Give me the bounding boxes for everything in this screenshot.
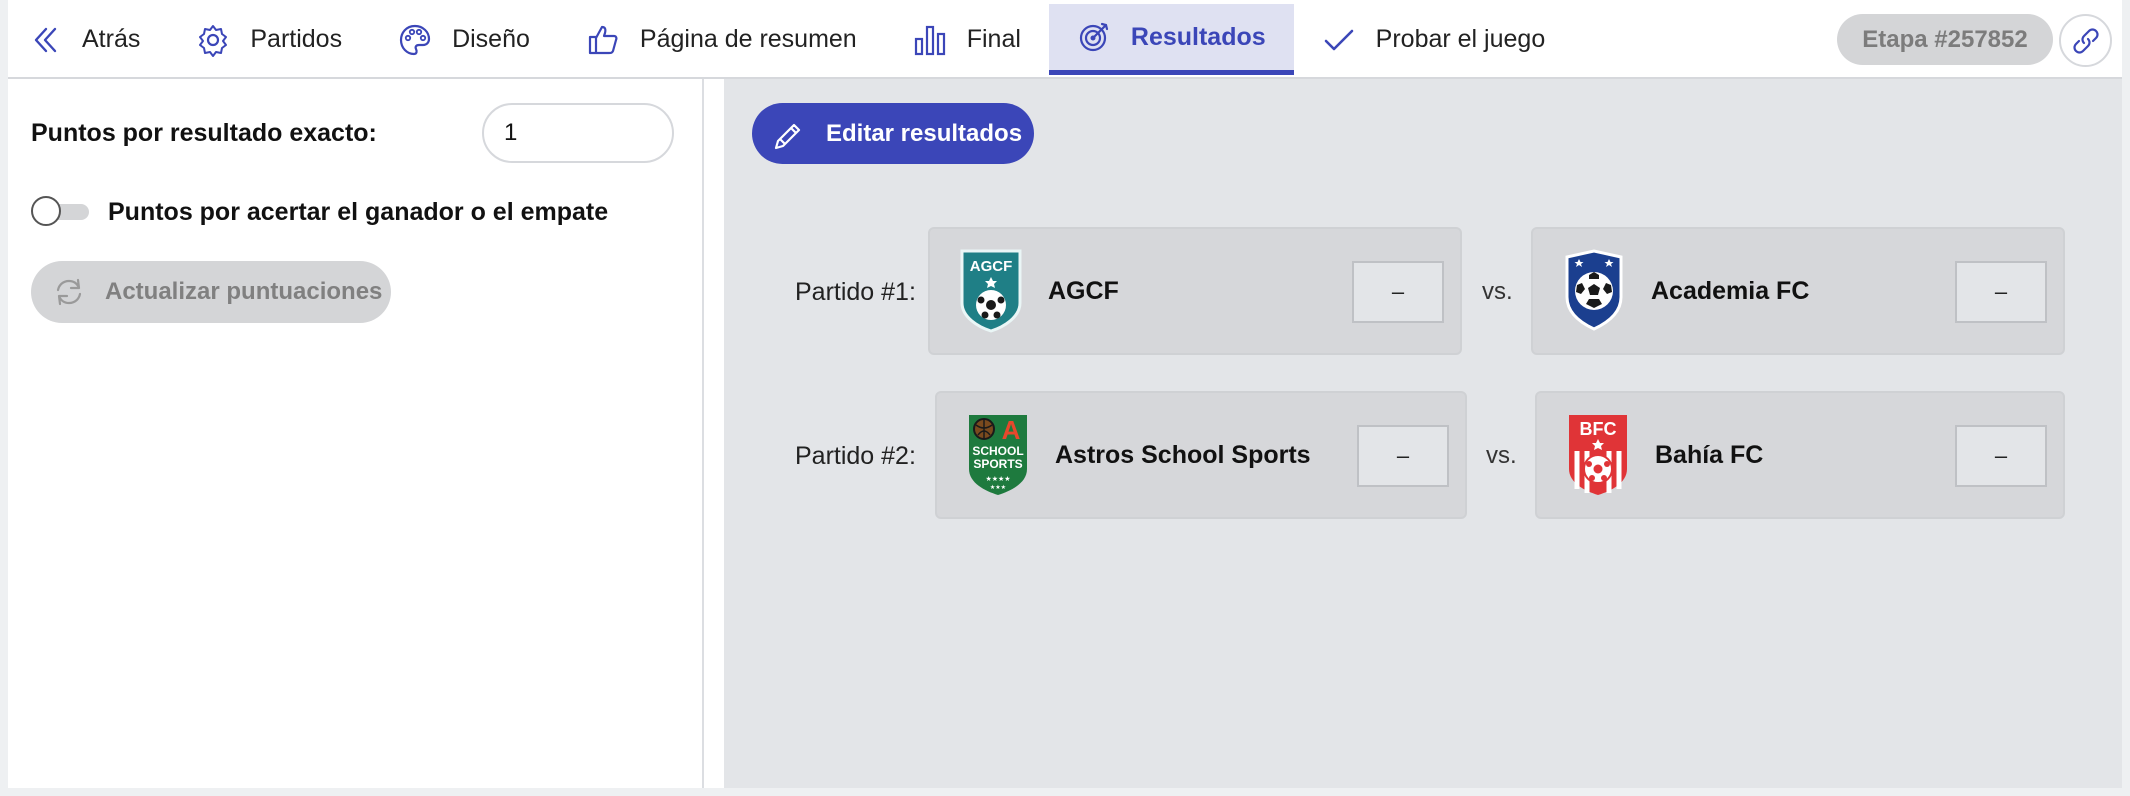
team-logo-astros-school-sports: A SCHOOL SPORTS ★★★★ ★★★ [965, 411, 1031, 497]
tab-label: Resultados [1130, 22, 1266, 51]
team-card-away: Academia FC – [1531, 227, 2065, 355]
tab-test-game[interactable]: Probar el juego [1294, 4, 1574, 75]
tab-summary-page[interactable]: Página de resumen [558, 4, 885, 75]
link-icon [2072, 27, 2099, 54]
tab-results[interactable]: Resultados [1048, 4, 1294, 75]
score-input[interactable]: – [1357, 425, 1449, 487]
svg-text:AGCF: AGCF [970, 258, 1013, 275]
match-label: Partido #1: [795, 278, 916, 306]
tab-back[interactable]: Atrás [8, 4, 168, 75]
exact-points-label: Puntos por resultado exacto: [31, 119, 377, 147]
refresh-icon [56, 278, 82, 306]
team-logo-agcf: AGCF [958, 247, 1024, 333]
tab-final[interactable]: Final [885, 4, 1049, 75]
app-frame: Atrás Partidos Diseño Página de resumen … [8, 0, 2122, 788]
gear-icon [196, 23, 230, 57]
tab-design[interactable]: Diseño [370, 4, 558, 75]
chevron-left-icon [28, 23, 62, 57]
tab-label: Diseño [452, 25, 530, 53]
team-logo-academia-fc [1561, 247, 1627, 333]
winner-points-label: Puntos por acertar el ganador o el empat… [108, 198, 609, 226]
tab-label: Final [966, 25, 1021, 53]
bar-chart-icon [913, 23, 947, 57]
team-card-away: BFC Bahía FC – [1535, 391, 2065, 519]
copy-link-button[interactable] [2059, 14, 2112, 67]
tab-matches[interactable]: Partidos [168, 4, 370, 75]
team-card-home: AGCF AGCF – [928, 227, 1462, 355]
team-name: Academia FC [1651, 277, 1810, 305]
tab-label: Probar el juego [1375, 25, 1546, 53]
thumbs-up-icon [586, 23, 620, 57]
svg-text:SCHOOL: SCHOOL [972, 444, 1023, 458]
stage-badge: Etapa #257852 [1837, 14, 2053, 65]
team-logo-bahia-fc: BFC [1565, 411, 1631, 497]
svg-text:BFC: BFC [1580, 419, 1617, 439]
team-name: Astros School Sports [1055, 441, 1311, 469]
palette-icon [398, 23, 432, 57]
check-icon [1322, 23, 1356, 57]
svg-text:SPORTS: SPORTS [973, 457, 1022, 471]
results-panel: Editar resultados Partido #1: AGCF AGCF [724, 79, 2122, 788]
score-input[interactable]: – [1955, 425, 2047, 487]
team-card-home: A SCHOOL SPORTS ★★★★ ★★★ Astros School S… [935, 391, 1467, 519]
vs-label: vs. [1482, 278, 1513, 305]
target-icon [1077, 20, 1111, 54]
settings-panel: Puntos por resultado exacto: Puntos por … [8, 79, 704, 788]
tab-label: Página de resumen [639, 25, 857, 53]
winner-points-toggle[interactable] [31, 196, 91, 226]
svg-text:★★★: ★★★ [990, 484, 1006, 491]
svg-text:A: A [1002, 415, 1021, 445]
score-input[interactable]: – [1955, 261, 2047, 323]
edit-results-label: Editar resultados [826, 119, 1023, 147]
team-name: AGCF [1048, 277, 1119, 305]
update-scores-label: Actualizar puntuaciones [105, 278, 383, 305]
top-nav: Atrás Partidos Diseño Página de resumen … [8, 4, 2122, 79]
edit-results-button[interactable]: Editar resultados [752, 103, 1034, 164]
svg-text:★★★★: ★★★★ [985, 475, 1010, 483]
vs-label: vs. [1486, 442, 1517, 469]
tab-label: Atrás [82, 25, 141, 53]
exact-points-input[interactable] [482, 103, 674, 163]
team-name: Bahía FC [1655, 441, 1764, 469]
tab-label: Partidos [250, 25, 343, 53]
pencil-icon [774, 123, 801, 149]
update-scores-button[interactable]: Actualizar puntuaciones [31, 261, 391, 323]
match-label: Partido #2: [795, 442, 916, 470]
score-input[interactable]: – [1352, 261, 1444, 323]
toggle-knob [31, 196, 61, 226]
